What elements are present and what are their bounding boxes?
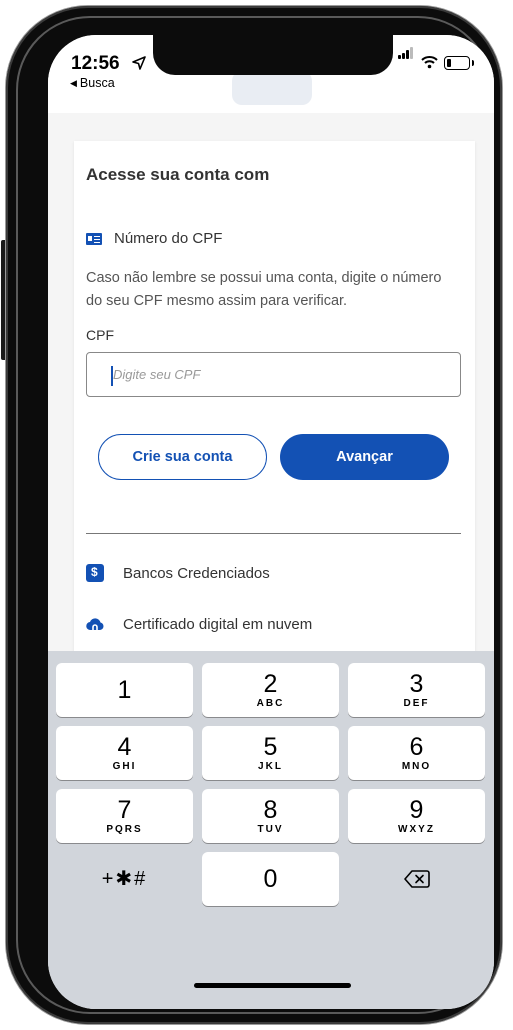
back-label: Busca [79, 76, 115, 90]
cpf-input[interactable]: Digite seu CPF [86, 352, 461, 397]
key-0-digit: 0 [263, 865, 278, 893]
key-2-letters: ABC [256, 698, 285, 709]
key-9[interactable]: 9 WXYZ [348, 789, 485, 843]
divider [86, 533, 461, 534]
key-5-letters: JKL [258, 761, 283, 772]
notch [153, 35, 393, 75]
key-2[interactable]: 2 ABC [202, 663, 339, 717]
key-symbols[interactable]: +✱# [56, 852, 193, 906]
key-3[interactable]: 3 DEF [348, 663, 485, 717]
location-arrow-icon [132, 56, 146, 70]
screen: 12:56 ◀ Busca Acesse sua conta com Númer… [48, 35, 494, 1009]
numeric-keypad: 1 2 ABC 3 DEF 4 GHI 5 JKL 6 MNO 7 PQRS 8… [48, 651, 494, 1009]
key-1-digit: 1 [117, 676, 132, 704]
back-to-search-link[interactable]: ◀ Busca [70, 76, 115, 90]
key-0[interactable]: 0 [202, 852, 339, 906]
key-6-digit: 6 [409, 733, 424, 761]
key-8-digit: 8 [263, 796, 278, 824]
phone-frame: 12:56 ◀ Busca Acesse sua conta com Númer… [6, 6, 502, 1024]
battery-icon [444, 56, 474, 70]
key-4[interactable]: 4 GHI [56, 726, 193, 780]
option-banks[interactable]: Bancos Credenciados [86, 564, 270, 582]
status-time: 12:56 [71, 53, 120, 74]
key-5[interactable]: 5 JKL [202, 726, 339, 780]
key-3-letters: DEF [403, 698, 430, 709]
key-4-digit: 4 [117, 733, 132, 761]
key-3-digit: 3 [409, 670, 424, 698]
status-bar: 12:56 ◀ Busca [48, 35, 494, 113]
key-1[interactable]: 1 [56, 663, 193, 717]
key-2-digit: 2 [263, 670, 278, 698]
key-5-digit: 5 [263, 733, 278, 761]
card-title: Acesse sua conta com [86, 165, 270, 184]
option-cloud-label: Certificado digital em nuvem [123, 615, 313, 633]
wifi-icon [421, 56, 438, 69]
header-image [232, 71, 312, 105]
key-delete[interactable] [348, 852, 485, 906]
cpf-option-label: Número do CPF [114, 230, 223, 247]
cpf-field-label: CPF [86, 327, 114, 343]
cpf-input-placeholder: Digite seu CPF [113, 367, 201, 382]
key-7-letters: PQRS [106, 824, 143, 835]
key-9-letters: WXYZ [398, 824, 435, 835]
cloud-icon [86, 618, 104, 631]
key-6[interactable]: 6 MNO [348, 726, 485, 780]
key-6-letters: MNO [401, 761, 432, 772]
home-indicator[interactable] [194, 983, 351, 988]
id-card-icon [86, 232, 102, 245]
option-cloud-certificate[interactable]: Certificado digital em nuvem [86, 615, 312, 633]
next-button[interactable]: Avançar [280, 434, 449, 480]
key-8[interactable]: 8 TUV [202, 789, 339, 843]
key-7-digit: 7 [117, 796, 132, 824]
cpf-option: Número do CPF [86, 230, 222, 247]
bank-icon [86, 564, 104, 582]
option-banks-label: Bancos Credenciados [123, 564, 270, 582]
create-account-button[interactable]: Crie sua conta [98, 434, 267, 480]
key-7[interactable]: 7 PQRS [56, 789, 193, 843]
login-page: Acesse sua conta com Número do CPF Caso … [48, 113, 494, 661]
key-9-digit: 9 [409, 796, 424, 824]
backspace-icon [403, 870, 430, 888]
login-card: Acesse sua conta com Número do CPF Caso … [74, 141, 475, 661]
help-text: Caso não lembre se possui uma conta, dig… [86, 270, 442, 309]
key-4-letters: GHI [112, 761, 137, 772]
key-8-letters: TUV [257, 824, 284, 835]
back-arrow-icon: ◀ [70, 78, 77, 88]
